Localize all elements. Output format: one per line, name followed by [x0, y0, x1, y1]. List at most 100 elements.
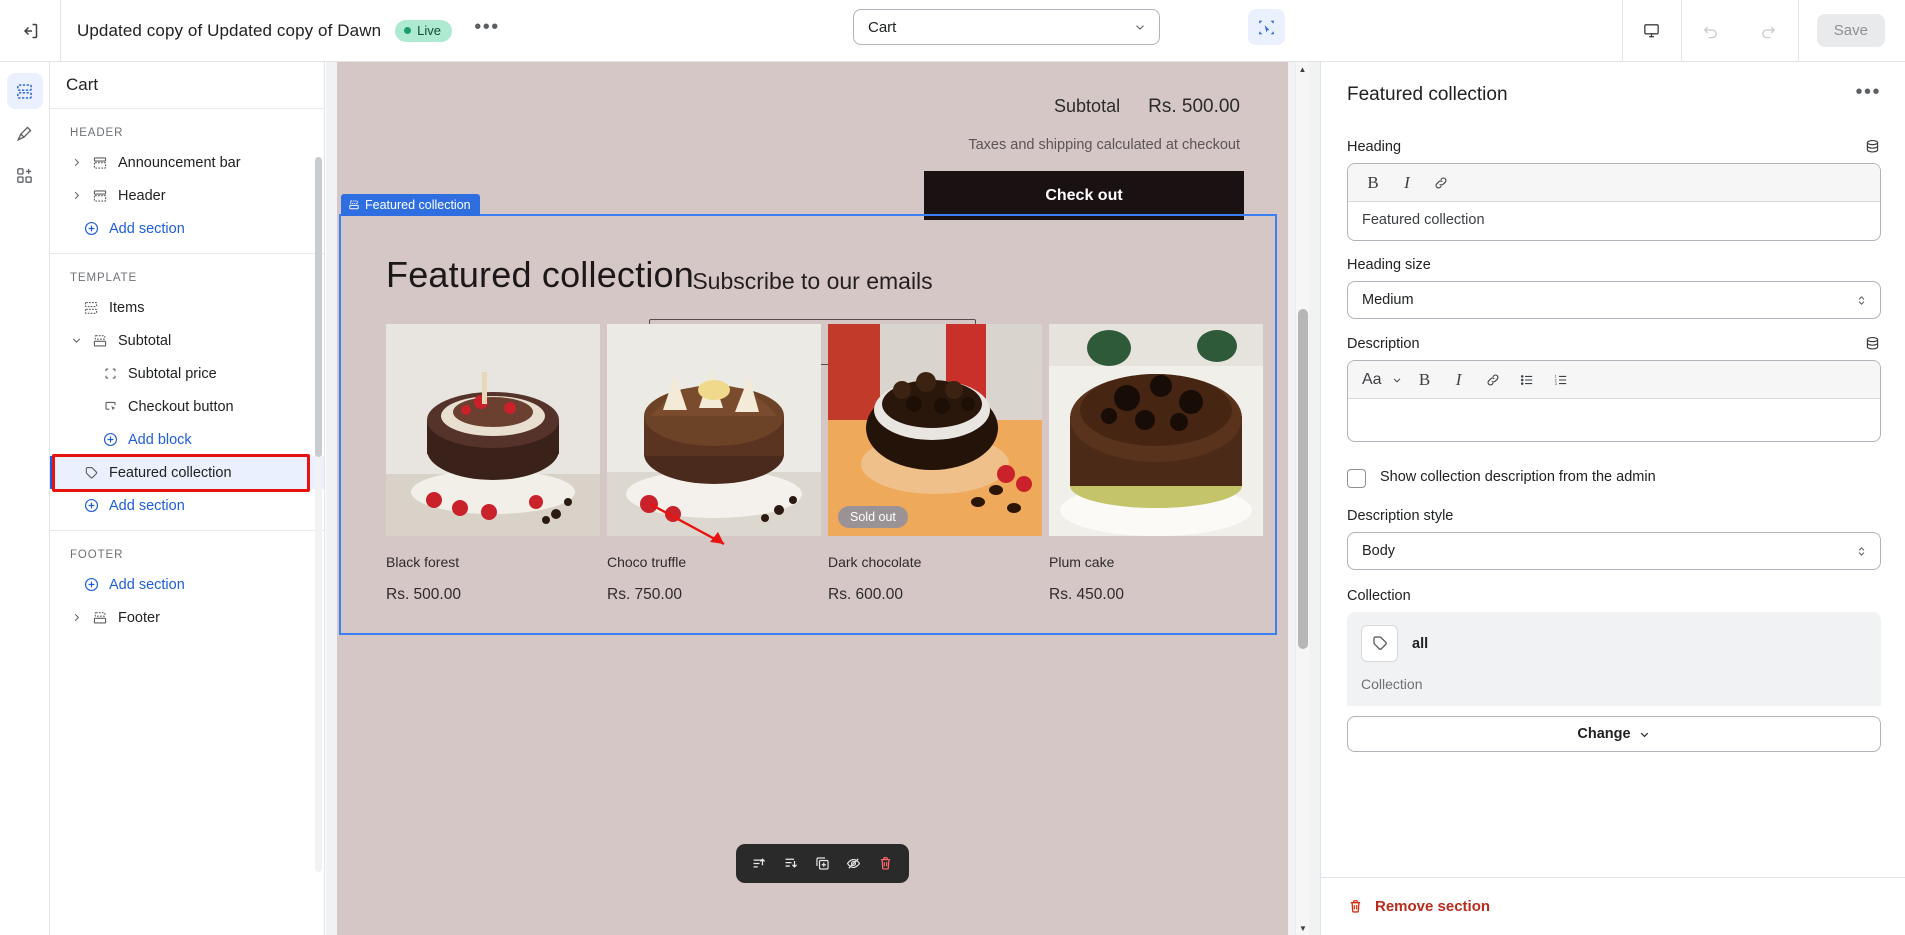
product-image[interactable] [607, 324, 821, 536]
heading-rich-text-editor[interactable]: B I Featured collection [1347, 163, 1881, 241]
sidebar-item-footer[interactable]: Footer [50, 601, 324, 634]
preview-scrollbar-thumb[interactable] [1298, 309, 1308, 649]
inspector-select-button[interactable] [1248, 9, 1285, 45]
rail-theme-settings-button[interactable] [7, 115, 43, 151]
bulleted-list-button[interactable] [1510, 365, 1544, 395]
dark-chocolate-cake-image [828, 324, 1042, 536]
collection-type-label: Collection [1361, 676, 1423, 692]
choco-truffle-cake-image [607, 324, 821, 536]
chevron-down-icon [1640, 732, 1648, 737]
black-forest-cake-image [386, 324, 600, 536]
hide-section-button[interactable] [841, 851, 867, 877]
settings-panel-header: Featured collection ••• [1321, 62, 1905, 122]
product-image[interactable]: Sold out [828, 324, 1042, 536]
product-price: Rs. 500.00 [386, 586, 461, 603]
bulleted-list-icon [1520, 374, 1532, 385]
dynamic-source-icon[interactable] [1864, 335, 1881, 352]
select-stepper-icon [1858, 546, 1865, 556]
delete-section-button[interactable] [872, 851, 898, 877]
sidebar-item-label: Announcement bar [118, 154, 241, 171]
heading-field-label: Heading [1347, 138, 1402, 155]
save-button[interactable]: Save [1816, 14, 1885, 47]
subtotal-amount: Rs. 500.00 [1148, 96, 1240, 117]
sidebar-scroll-area: Header Announcement bar [50, 109, 324, 935]
scroll-down-arrow-icon[interactable]: ▼ [1296, 921, 1310, 935]
add-section-header-button[interactable]: Add section [50, 212, 324, 245]
move-section-up-button[interactable] [747, 851, 773, 877]
selected-section-frame: Featured collection Featured collection [339, 194, 1277, 635]
description-rte-value[interactable] [1348, 399, 1880, 441]
add-section-template-button[interactable]: Add section [50, 489, 324, 522]
insert-link-button[interactable] [1424, 168, 1458, 198]
product-image[interactable] [386, 324, 600, 536]
redo-button[interactable] [1740, 0, 1798, 61]
show-collection-description-checkbox[interactable] [1347, 469, 1366, 488]
desktop-preview-button[interactable] [1623, 0, 1681, 61]
chevron-right-icon[interactable] [70, 157, 82, 168]
italic-button[interactable]: I [1442, 365, 1476, 395]
sidebar-item-items[interactable]: Items [50, 291, 324, 324]
description-rte-toolbar: Aa B I 1 2 3 [1348, 361, 1880, 399]
change-collection-button[interactable]: Change [1347, 716, 1881, 752]
sidebar-item-subtotal[interactable]: Subtotal [50, 324, 324, 357]
chevron-down-icon [1136, 25, 1144, 30]
product-price: Rs. 750.00 [607, 586, 682, 603]
checkout-button[interactable]: Check out [924, 171, 1244, 220]
sidebar-item-label: Add section [109, 576, 185, 593]
sidebar-item-header[interactable]: Header [50, 179, 324, 212]
dynamic-source-icon[interactable] [1864, 138, 1881, 155]
svg-text:3: 3 [1554, 380, 1557, 385]
undo-button[interactable] [1682, 0, 1740, 61]
rail-sections-button[interactable] [6, 73, 43, 109]
text-style-button[interactable]: Aa [1356, 365, 1386, 395]
live-status-dot [404, 26, 412, 34]
section-action-toolbar [736, 844, 909, 883]
product-card[interactable]: Choco truffle Rs. 750.00 [607, 324, 821, 604]
chevron-right-icon[interactable] [70, 190, 82, 201]
remove-section-button[interactable]: Remove section [1375, 898, 1490, 915]
add-section-footer-button[interactable]: Add section [50, 568, 324, 601]
settings-more-actions-button[interactable]: ••• [1855, 82, 1881, 103]
preview-scrollbar[interactable]: ▲ ▼ [1295, 62, 1309, 935]
description-style-value: Body [1362, 543, 1396, 559]
theme-title: Updated copy of Updated copy of Dawn [77, 20, 382, 40]
sidebar-scrollbar-thumb[interactable] [315, 157, 322, 457]
bold-button[interactable]: B [1408, 365, 1442, 395]
product-image[interactable] [1049, 324, 1263, 536]
text-style-dropdown-button[interactable] [1386, 365, 1408, 395]
italic-button[interactable]: I [1390, 168, 1424, 198]
product-grid: Black forest Rs. 500.00 Choco truffle Rs… [341, 296, 1275, 604]
heading-size-select[interactable]: Medium [1347, 281, 1881, 319]
product-card[interactable]: Sold out Dark chocolate Rs. 600.00 [828, 324, 1042, 604]
description-style-select[interactable]: Body [1347, 532, 1881, 570]
theme-more-actions-button[interactable]: ••• [470, 16, 504, 46]
chevron-down-icon[interactable] [70, 335, 82, 346]
exit-editor-button[interactable] [0, 0, 61, 61]
duplicate-section-button[interactable] [809, 851, 835, 877]
show-collection-description-row[interactable]: Show collection description from the adm… [1347, 468, 1881, 488]
description-rich-text-editor[interactable]: Aa B I 1 2 3 [1347, 360, 1881, 442]
sidebar-item-label: Subtotal [118, 332, 172, 349]
product-card[interactable]: Plum cake Rs. 450.00 [1049, 324, 1263, 604]
sidebar-item-announcement-bar[interactable]: Announcement bar [50, 146, 324, 179]
sidebar-item-checkout-button[interactable]: Checkout button [50, 390, 324, 423]
heading-rte-value[interactable]: Featured collection [1348, 202, 1880, 240]
sidebar-item-label: Header [118, 187, 166, 204]
rail-app-blocks-button[interactable] [7, 157, 43, 193]
scroll-up-arrow-icon[interactable]: ▲ [1296, 62, 1309, 76]
move-section-down-button[interactable] [778, 851, 804, 877]
numbered-list-button[interactable]: 1 2 3 [1544, 365, 1578, 395]
sidebar-scrollbar[interactable] [315, 157, 322, 872]
redo-icon [1762, 26, 1776, 39]
sidebar-item-featured-collection[interactable]: Featured collection [50, 456, 324, 489]
add-block-button[interactable]: Add block [50, 423, 324, 456]
sidebar-group-label: Template [70, 272, 138, 284]
link-icon [1435, 177, 1447, 188]
product-card[interactable]: Black forest Rs. 500.00 [386, 324, 600, 604]
theme-settings-brush-icon [16, 125, 32, 141]
bold-button[interactable]: B [1356, 168, 1390, 198]
page-selector[interactable]: Cart [853, 9, 1160, 45]
chevron-right-icon[interactable] [70, 612, 82, 623]
sidebar-item-subtotal-price[interactable]: Subtotal price [50, 357, 324, 390]
insert-link-button[interactable] [1476, 365, 1510, 395]
